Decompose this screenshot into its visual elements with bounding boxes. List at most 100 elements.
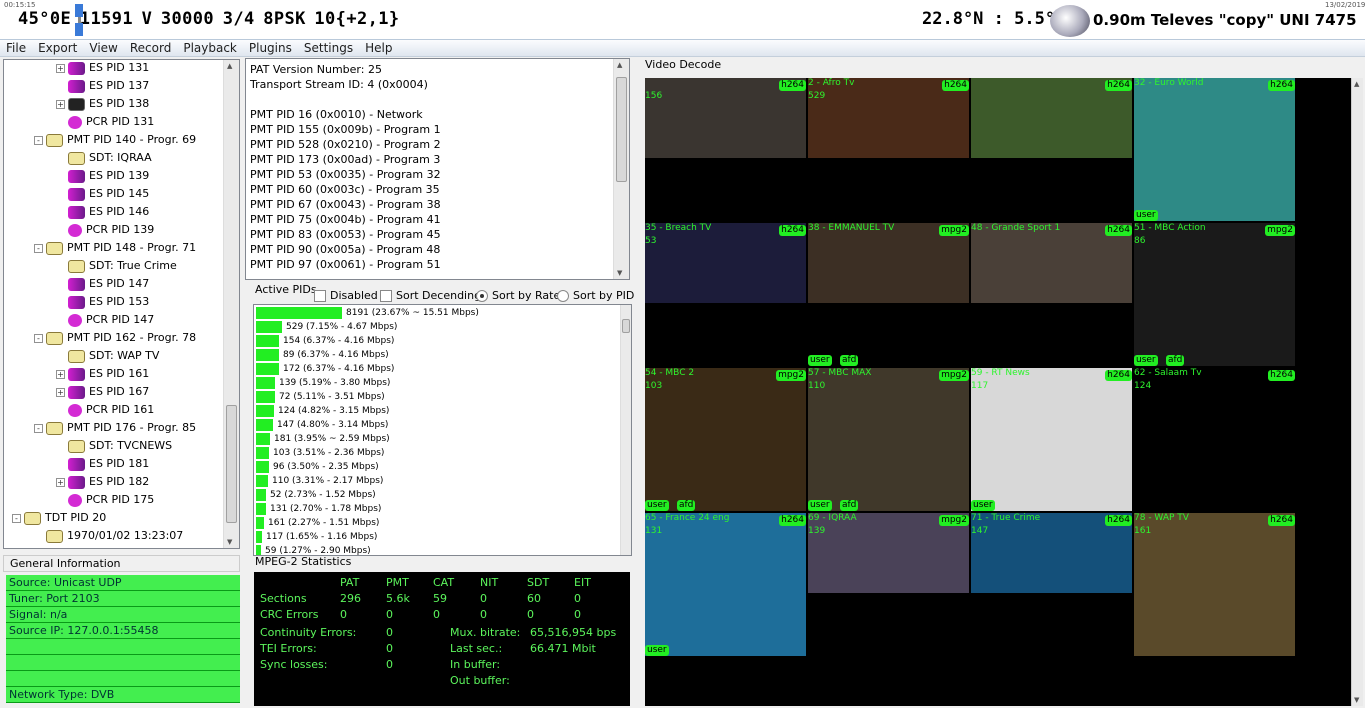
tree-item[interactable]: ES PID 147 — [56, 275, 149, 293]
tree-item[interactable]: + ES PID 167 — [56, 383, 149, 401]
tree-item[interactable]: - TDT PID 20 — [12, 509, 106, 527]
active-pids-list[interactable]: 8191 (23.67% ~ 15.51 Mbps) 529 (7.15% - 4… — [253, 304, 632, 556]
expand-toggle-icon[interactable]: + — [56, 477, 65, 487]
pid-row[interactable]: 161 (2.27% - 1.51 Mbps) — [256, 517, 379, 531]
pid-row[interactable]: 181 (3.95% ~ 2.59 Mbps) — [256, 433, 390, 447]
channel-tile[interactable]: 32 - Euro World h264 user — [1134, 78, 1295, 223]
pid-row[interactable]: 8191 (23.67% ~ 15.51 Mbps) — [256, 307, 479, 321]
sort-by-rate-radio[interactable]: Sort by Rate — [476, 289, 560, 302]
menu-playback[interactable]: Playback — [177, 40, 243, 57]
expand-toggle-icon[interactable]: + — [56, 369, 65, 379]
pid-row[interactable]: 154 (6.37% - 4.16 Mbps) — [256, 335, 394, 349]
tree-item[interactable]: - PMT PID 162 - Progr. 78 — [34, 329, 196, 347]
tree-item[interactable]: ES PID 137 — [56, 77, 149, 95]
pid-row[interactable]: 131 (2.70% - 1.78 Mbps) — [256, 503, 381, 517]
scroll-thumb[interactable] — [622, 319, 630, 333]
tree-item[interactable]: ES PID 146 — [56, 203, 149, 221]
tree-item[interactable]: SDT: WAP TV — [56, 347, 159, 365]
scroll-thumb[interactable] — [616, 77, 627, 182]
tree-item[interactable]: - PMT PID 176 - Progr. 85 — [34, 419, 196, 437]
tree-item[interactable]: + ES PID 161 — [56, 365, 149, 383]
sort-by-pid-radio[interactable]: Sort by PID — [557, 289, 634, 302]
pid-row[interactable]: 72 (5.11% - 3.51 Mbps) — [256, 391, 385, 405]
tree-item[interactable]: ES PID 139 — [56, 167, 149, 185]
channel-tile[interactable]: 57 - MBC MAX 110 mpg2 user afd — [808, 368, 969, 513]
channel-tile[interactable]: 62 - Salaam Tv 124 h264 — [1134, 368, 1295, 513]
tree-item[interactable]: ES PID 181 — [56, 455, 149, 473]
expand-toggle-icon[interactable]: - — [34, 423, 43, 433]
channel-tile[interactable]: 2 - Afro Tv 529 h264 — [808, 78, 969, 223]
scroll-up-icon[interactable]: ▲ — [617, 61, 622, 69]
expand-toggle-icon[interactable]: - — [34, 135, 43, 145]
pid-row[interactable]: 110 (3.31% - 2.17 Mbps) — [256, 475, 383, 489]
pid-row[interactable]: 139 (5.19% - 3.80 Mbps) — [256, 377, 390, 391]
video-scrollbar[interactable]: ▲ ▼ — [1351, 78, 1363, 706]
pid-row[interactable]: 529 (7.15% - 4.67 Mbps) — [256, 321, 397, 335]
channel-tile[interactable]: 51 - MBC Action 86 mpg2 user afd — [1134, 223, 1295, 368]
pid-row[interactable]: 52 (2.73% - 1.52 Mbps) — [256, 489, 376, 503]
menu-export[interactable]: Export — [32, 40, 83, 57]
tree-item[interactable]: - PMT PID 148 - Progr. 71 — [34, 239, 196, 257]
sort-descending-checkbox[interactable]: Sort Decending — [380, 289, 481, 302]
tree-scrollbar[interactable]: ▲ ▼ — [223, 60, 239, 548]
pat-scrollbar[interactable]: ▲ ▼ — [613, 59, 629, 279]
pid-row[interactable]: 172 (6.37% - 4.16 Mbps) — [256, 363, 394, 377]
tree-item[interactable]: ES PID 145 — [56, 185, 149, 203]
expand-toggle-icon[interactable]: - — [34, 243, 43, 253]
expand-toggle-icon[interactable]: + — [56, 99, 65, 109]
pat-details[interactable]: PAT Version Number: 25 Transport Stream I… — [245, 58, 630, 280]
channel-tile[interactable]: 71 - True Crime 147 h264 — [971, 513, 1132, 658]
pid-row[interactable]: 96 (3.50% - 2.35 Mbps) — [256, 461, 379, 475]
tree-item[interactable]: PCR PID 131 — [56, 113, 154, 131]
stream-tree[interactable]: + ES PID 131 ES PID 137 + ES PID 138 PCR PID … — [3, 59, 240, 549]
tree-item[interactable]: + ES PID 131 — [56, 60, 149, 77]
tree-item[interactable]: 1970/01/02 13:23:07 — [34, 527, 183, 545]
channel-tile[interactable]: 54 - MBC 2 103 mpg2 user afd — [645, 368, 806, 513]
pids-scrollbar[interactable] — [620, 305, 631, 555]
scroll-thumb[interactable] — [226, 405, 237, 523]
menu-plugins[interactable]: Plugins — [243, 40, 298, 57]
tree-item[interactable]: SDT: TVCNEWS — [56, 437, 172, 455]
tree-item[interactable]: PCR PID 139 — [56, 221, 154, 239]
channel-tile[interactable]: 78 - WAP TV 161 h264 — [1134, 513, 1295, 658]
scroll-down-icon[interactable]: ▼ — [227, 538, 232, 546]
menu-record[interactable]: Record — [124, 40, 177, 57]
pid-row[interactable]: 124 (4.82% - 3.15 Mbps) — [256, 405, 389, 419]
tree-item[interactable]: PCR PID 147 — [56, 311, 154, 329]
expand-toggle-icon[interactable]: - — [12, 513, 21, 523]
scroll-down-icon[interactable]: ▼ — [617, 269, 622, 277]
pid-row[interactable]: 103 (3.51% - 2.36 Mbps) — [256, 447, 384, 461]
channel-tile[interactable]: 38 - EMMANUEL TV mpg2 user afd — [808, 223, 969, 368]
tree-item[interactable]: SDT: IQRAA — [56, 149, 152, 167]
scroll-up-icon[interactable]: ▲ — [1354, 80, 1359, 88]
tree-item[interactable]: SDT: True Crime — [56, 257, 177, 275]
tree-item[interactable]: PCR PID 175 — [56, 491, 154, 509]
tree-item[interactable]: - PMT PID 140 - Progr. 69 — [34, 131, 196, 149]
disabled-checkbox[interactable]: Disabled — [314, 289, 378, 302]
channel-tile[interactable]: 35 - Breach TV 53 h264 — [645, 223, 806, 368]
channel-tile[interactable]: h264 — [971, 78, 1132, 223]
expand-toggle-icon[interactable]: + — [56, 63, 65, 73]
channel-tile[interactable]: 59 - RT News 117 h264 user — [971, 368, 1132, 513]
menu-view[interactable]: View — [83, 40, 123, 57]
video-decode-grid[interactable]: 156 h264 2 - Afro Tv 529 h264 h264 32 - Euro W… — [645, 78, 1351, 706]
menu-settings[interactable]: Settings — [298, 40, 359, 57]
channel-tile[interactable]: 69 - IQRAA 139 mpg2 — [808, 513, 969, 658]
channel-tile[interactable]: 156 h264 — [645, 78, 806, 223]
scroll-down-icon[interactable]: ▼ — [1354, 696, 1359, 704]
scroll-up-icon[interactable]: ▲ — [227, 62, 232, 70]
menu-help[interactable]: Help — [359, 40, 398, 57]
expand-toggle-icon[interactable]: + — [56, 387, 65, 397]
tree-item[interactable]: PCR PID 161 — [56, 401, 154, 419]
tree-item[interactable]: + ES PID 182 — [56, 473, 149, 491]
pid-row[interactable]: 117 (1.65% - 1.16 Mbps) — [256, 531, 377, 545]
pid-row[interactable]: 147 (4.80% - 3.14 Mbps) — [256, 419, 388, 433]
tree-item[interactable]: + ES PID 138 — [56, 95, 149, 113]
channel-tile[interactable]: 48 - Grande Sport 1 h264 — [971, 223, 1132, 368]
expand-toggle-icon[interactable]: - — [34, 333, 43, 343]
pid-row[interactable]: 89 (6.37% - 4.16 Mbps) — [256, 349, 389, 363]
channel-tile[interactable]: 65 - France 24 eng 131 h264 user — [645, 513, 806, 658]
tree-item[interactable]: ES PID 153 — [56, 293, 149, 311]
menu-file[interactable]: File — [0, 40, 32, 57]
tree-item[interactable]: -CAT PID 1 — [12, 545, 98, 548]
